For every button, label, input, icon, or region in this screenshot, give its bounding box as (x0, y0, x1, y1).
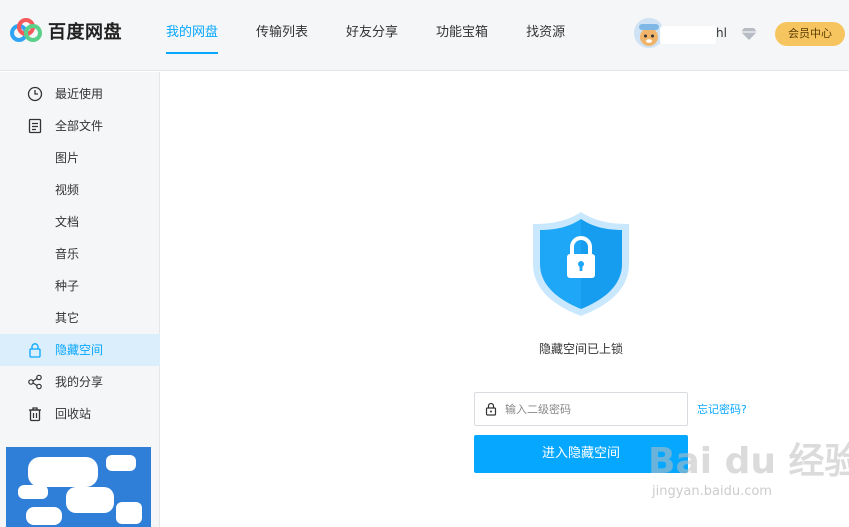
sidebar-item-hidden-space[interactable]: 隐藏空间 (0, 334, 160, 366)
vip-center-button[interactable]: 会员中心 (775, 22, 845, 46)
document-icon (28, 118, 42, 134)
sidebar-item-label: 音乐 (55, 247, 80, 261)
watermark: Bai du 经验 jingyan.baidu.com (648, 432, 849, 524)
sidebar-item-my-share[interactable]: 我的分享 (0, 366, 160, 398)
top-bar: 百度网盘 我的网盘 传输列表 好友分享 功能宝箱 找资源 hl 会员中心 (0, 0, 849, 71)
lock-icon (485, 402, 497, 416)
sidebar-item-label: 种子 (55, 279, 80, 293)
tab-transfer-list[interactable]: 传输列表 (256, 0, 308, 71)
tab-toolbox[interactable]: 功能宝箱 (436, 0, 488, 71)
share-icon (28, 374, 42, 390)
sidebar-item-label: 回收站 (55, 407, 92, 421)
sidebar-item-images[interactable]: 图片 (0, 142, 160, 174)
forgot-password-link[interactable]: 忘记密码? (697, 401, 747, 417)
password-field[interactable] (474, 392, 688, 426)
username[interactable]: hl (716, 26, 727, 40)
tab-friend-share[interactable]: 好友分享 (346, 0, 398, 71)
trash-icon (29, 407, 41, 422)
lock-icon (29, 343, 41, 358)
sidebar-item-recent[interactable]: 最近使用 (0, 78, 160, 110)
sidebar-item-docs[interactable]: 文档 (0, 206, 160, 238)
main-nav: 我的网盘 传输列表 好友分享 功能宝箱 找资源 (166, 0, 603, 71)
password-input[interactable] (505, 393, 683, 425)
shield-lock-icon (533, 212, 629, 316)
username-redaction (660, 26, 716, 44)
watermark-url: jingyan.baidu.com (652, 484, 772, 499)
sidebar-item-label: 其它 (55, 311, 80, 325)
sidebar-item-label: 视频 (55, 183, 80, 197)
sidebar-item-music[interactable]: 音乐 (0, 238, 160, 270)
sidebar-item-label: 全部文件 (55, 119, 104, 133)
sidebar: 最近使用 全部文件 图片 视频 文档 音乐 种子 其它 隐藏空间 我的分享 回收… (0, 72, 160, 527)
sidebar-item-label: 文档 (55, 215, 80, 229)
sidebar-item-label: 最近使用 (55, 87, 104, 101)
sidebar-item-videos[interactable]: 视频 (0, 174, 160, 206)
tab-find-resources[interactable]: 找资源 (526, 0, 565, 71)
watermark-brand: Bai du 经验 (648, 441, 849, 482)
sidebar-item-label: 我的分享 (55, 375, 104, 389)
sidebar-item-label: 隐藏空间 (55, 343, 104, 357)
sidebar-item-label: 图片 (55, 151, 80, 165)
diamond-icon[interactable] (741, 27, 757, 41)
sidebar-item-torrents[interactable]: 种子 (0, 270, 160, 302)
locked-status-text: 隐藏空间已上锁 (538, 342, 623, 356)
sidebar-item-trash[interactable]: 回收站 (0, 398, 160, 430)
sidebar-item-other[interactable]: 其它 (0, 302, 160, 334)
sidebar-item-all-files[interactable]: 全部文件 (0, 110, 160, 142)
promo-banner[interactable] (6, 447, 151, 527)
clock-icon (27, 86, 43, 102)
logo[interactable]: 百度网盘 (10, 18, 122, 44)
tab-my-disk[interactable]: 我的网盘 (166, 0, 219, 71)
logo-text: 百度网盘 (48, 22, 122, 43)
cloud-logo-icon (10, 18, 42, 42)
